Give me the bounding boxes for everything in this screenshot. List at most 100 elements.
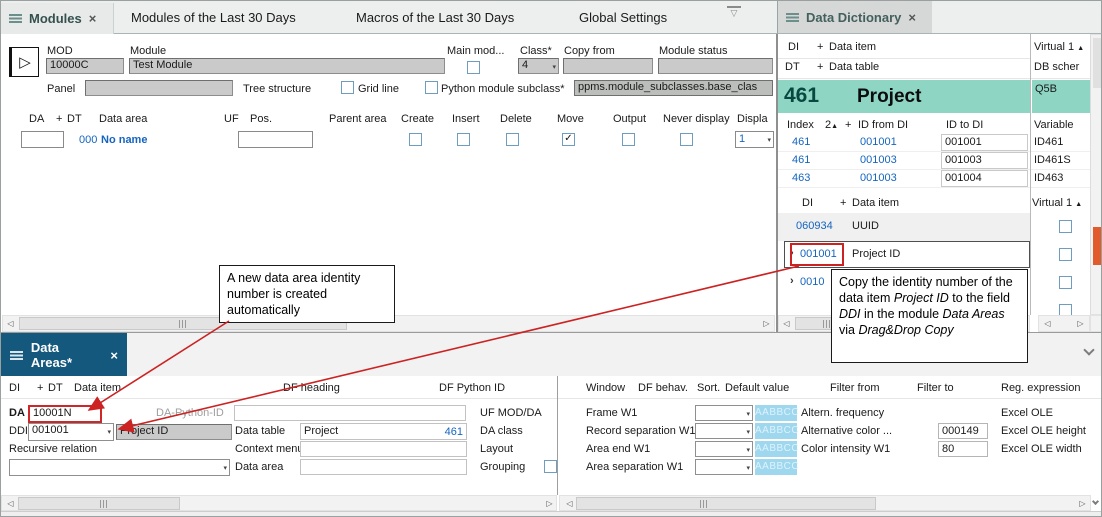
tab-data-areas[interactable]: Data Areas* ×	[1, 333, 127, 377]
da-left-hscrollbar[interactable]: ◁ ▷	[1, 495, 557, 511]
scroll-right-icon[interactable]: ▷	[1073, 316, 1088, 331]
dd-data-table-header[interactable]: Data table	[829, 61, 879, 73]
dd-vscrollbar[interactable]	[1090, 34, 1102, 315]
never-display-checkbox[interactable]	[680, 133, 693, 146]
dd-virtual-header[interactable]: Virtual 1 ▲	[1034, 41, 1084, 53]
context-menu-field[interactable]	[300, 441, 467, 457]
da-col-filter-to[interactable]: Filter to	[917, 382, 954, 394]
scroll-thumb[interactable]	[576, 497, 876, 510]
da-col-df-python-id[interactable]: DF Python ID	[439, 382, 505, 394]
da-col-window[interactable]: Window	[586, 382, 625, 394]
scroll-right-icon[interactable]: ▷	[1075, 496, 1090, 511]
add-icon[interactable]: +	[840, 197, 846, 209]
module-status-field[interactable]	[658, 58, 773, 74]
add-icon[interactable]: +	[817, 61, 823, 73]
area-end-color-field[interactable]: AABBCC	[755, 441, 797, 457]
frame-w1-select[interactable]: ▾	[695, 405, 753, 421]
tab-modules[interactable]: Modules ×	[1, 3, 114, 34]
scroll-left-icon[interactable]: ◁	[3, 316, 18, 331]
tab-modules-last-30[interactable]: Modules of the Last 30 Days	[131, 10, 296, 25]
index-row[interactable]: 461 001001 001001 ID461	[778, 134, 1090, 152]
id-to-header[interactable]: ID to DI	[946, 119, 983, 131]
da-col-di[interactable]: DI	[9, 382, 20, 394]
output-checkbox[interactable]	[622, 133, 635, 146]
scroll-left-icon[interactable]: ◁	[3, 496, 18, 511]
dd-di-header[interactable]: DI	[788, 41, 799, 53]
add-icon[interactable]: +	[37, 382, 43, 394]
scroll-right-icon[interactable]: ▷	[759, 316, 774, 331]
da-col-reg-expression[interactable]: Reg. expression	[1001, 382, 1081, 394]
grouping-checkbox[interactable]	[544, 460, 557, 473]
index-row[interactable]: 463 001003 001004 ID463	[778, 170, 1090, 188]
id-from-header[interactable]: ID from DI	[858, 119, 908, 131]
col-parent-area[interactable]: Parent area	[329, 113, 386, 125]
scroll-left-icon[interactable]: ◁	[562, 496, 577, 511]
col-da[interactable]: DA	[29, 113, 44, 125]
da-col-filter-from[interactable]: Filter from	[830, 382, 880, 394]
index-header[interactable]: Index	[787, 119, 814, 131]
menu-icon[interactable]	[9, 14, 22, 23]
dd-dt-header[interactable]: DT	[785, 61, 800, 73]
alternative-color-value-field[interactable]: 000149	[938, 423, 988, 439]
ddi-name-field[interactable]: Project ID	[116, 424, 232, 440]
data-table-field[interactable]: Project 461	[300, 423, 467, 440]
col-move[interactable]: Move	[557, 113, 584, 125]
scroll-thumb[interactable]	[18, 497, 180, 510]
da-python-id-field[interactable]	[234, 405, 466, 421]
menu-icon[interactable]	[10, 351, 23, 360]
col-create[interactable]: Create	[401, 113, 434, 125]
pin-flag-icon[interactable]: ▽	[727, 6, 741, 19]
data-item-row[interactable]: 060934 UUID	[778, 213, 1090, 241]
row-data-area-name[interactable]: No name	[101, 134, 147, 146]
col-output[interactable]: Output	[613, 113, 646, 125]
insert-checkbox[interactable]	[457, 133, 470, 146]
row-dt-value[interactable]: 000	[79, 134, 97, 146]
id-to-cell[interactable]: 001001	[941, 134, 1028, 151]
delete-checkbox[interactable]	[506, 133, 519, 146]
dd-virtual-header[interactable]: Virtual 1 ▲	[1032, 197, 1082, 209]
da-col-df-heading[interactable]: DF heading	[283, 382, 340, 394]
virtual-checkbox[interactable]	[1059, 276, 1072, 289]
da-col-dt[interactable]: DT	[48, 382, 63, 394]
scroll-right-icon[interactable]: ▷	[542, 496, 557, 511]
id-to-cell[interactable]: 001003	[941, 152, 1028, 169]
mod-field[interactable]: 10000C	[46, 58, 124, 74]
dd-di-header[interactable]: DI	[802, 197, 813, 209]
ddi-combo[interactable]: 001001 ▾	[28, 423, 114, 441]
area-separation-w1-select[interactable]: ▾	[695, 459, 753, 475]
resize-chevron-icon[interactable]	[1092, 498, 1099, 505]
col-display[interactable]: Displa	[737, 113, 768, 125]
create-checkbox[interactable]	[409, 133, 422, 146]
da-col-sort[interactable]: Sort.	[697, 382, 720, 394]
close-icon[interactable]: ×	[89, 11, 97, 26]
dd-data-item-header[interactable]: Data item	[829, 41, 876, 53]
col-pos[interactable]: Pos.	[250, 113, 272, 125]
index-sort-order[interactable]: 2▲	[825, 119, 838, 131]
virtual-checkbox[interactable]	[1059, 220, 1072, 233]
expand-icon[interactable]: ›	[790, 247, 794, 259]
display-select[interactable]: 1 ▾	[735, 131, 774, 148]
scroll-left-icon[interactable]: ◁	[1040, 316, 1055, 331]
tab-data-dictionary[interactable]: Data Dictionary ×	[778, 1, 932, 33]
module-field[interactable]: Test Module	[129, 58, 445, 74]
copy-from-field[interactable]	[563, 58, 653, 74]
selected-table-row[interactable]: 461 Project	[778, 80, 1030, 113]
color-intensity-value-field[interactable]: 80	[938, 441, 988, 457]
menu-icon[interactable]	[786, 13, 799, 22]
recursive-relation-select[interactable]: ▾	[9, 459, 230, 476]
row-pos-field[interactable]	[238, 131, 313, 148]
col-insert[interactable]: Insert	[452, 113, 480, 125]
main-module-checkbox[interactable]	[467, 61, 480, 74]
col-data-area[interactable]: Data area	[99, 113, 147, 125]
da-col-data-item[interactable]: Data item	[74, 382, 121, 394]
dd-mini-hscrollbar[interactable]: ◁ ▷	[1038, 315, 1090, 332]
add-icon[interactable]: +	[56, 113, 62, 125]
tab-global-settings[interactable]: Global Settings	[579, 10, 667, 25]
row-da-field[interactable]	[21, 131, 64, 148]
frame-w1-color-field[interactable]: AABBCC	[755, 405, 797, 421]
expand-icon[interactable]: ›	[790, 275, 794, 287]
add-icon[interactable]: +	[817, 41, 823, 53]
virtual-checkbox[interactable]	[1059, 248, 1072, 261]
area-end-w1-select[interactable]: ▾	[695, 441, 753, 457]
python-subclass-checkbox[interactable]	[425, 81, 438, 94]
